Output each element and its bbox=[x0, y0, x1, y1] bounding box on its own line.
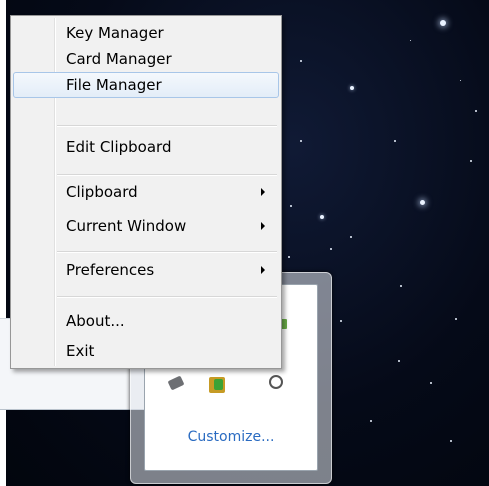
menu-item-preferences[interactable]: Preferences bbox=[13, 257, 279, 283]
menu-item-exit[interactable]: Exit bbox=[13, 338, 279, 364]
submenu-arrow-icon bbox=[261, 266, 265, 274]
star bbox=[370, 420, 372, 422]
menu-item-clipboard[interactable]: Clipboard bbox=[13, 179, 279, 205]
star bbox=[470, 160, 472, 162]
tray-search-icon[interactable] bbox=[269, 375, 283, 389]
star bbox=[300, 60, 302, 62]
star bbox=[455, 318, 457, 320]
menu-separator bbox=[57, 174, 277, 176]
star bbox=[475, 110, 477, 112]
menu-item-label: Current Window bbox=[66, 217, 187, 235]
menu-item-current-window[interactable]: Current Window bbox=[13, 213, 279, 239]
menu-item-about[interactable]: About... bbox=[13, 308, 279, 334]
star bbox=[330, 248, 332, 250]
menu-item-label: File Manager bbox=[66, 76, 162, 94]
menu-item-label: Key Manager bbox=[66, 24, 164, 42]
star bbox=[420, 200, 425, 205]
customize-link[interactable]: Customize... bbox=[145, 429, 317, 445]
menu-item-label: Edit Clipboard bbox=[66, 138, 172, 156]
tray-pen-icon[interactable] bbox=[167, 375, 185, 391]
star bbox=[300, 140, 302, 142]
menu-item-label: Card Manager bbox=[66, 50, 172, 68]
star bbox=[290, 205, 292, 207]
tray-check-icon[interactable] bbox=[209, 377, 225, 393]
menu-item-label: Preferences bbox=[66, 261, 155, 279]
menu-separator bbox=[57, 296, 277, 298]
star bbox=[350, 236, 352, 238]
menu-item-edit-clipboard[interactable]: Edit Clipboard bbox=[13, 134, 279, 160]
star bbox=[340, 320, 342, 322]
star bbox=[288, 256, 290, 258]
star bbox=[460, 80, 461, 81]
tray-context-menu: Key Manager Card Manager File Manager Ed… bbox=[10, 15, 282, 369]
menu-item-key-manager[interactable]: Key Manager bbox=[13, 20, 279, 46]
menu-item-card-manager[interactable]: Card Manager bbox=[13, 46, 279, 72]
left-window-edge bbox=[0, 0, 6, 486]
star bbox=[398, 360, 400, 362]
menu-separator bbox=[57, 125, 277, 127]
submenu-arrow-icon bbox=[261, 188, 265, 196]
star bbox=[430, 382, 432, 384]
star bbox=[350, 86, 354, 90]
star bbox=[320, 215, 324, 219]
star bbox=[400, 285, 402, 287]
menu-item-label: About... bbox=[66, 312, 125, 330]
menu-item-label: Exit bbox=[66, 342, 95, 360]
star bbox=[394, 140, 396, 142]
star bbox=[450, 440, 452, 442]
menu-item-label: Clipboard bbox=[66, 183, 138, 201]
submenu-arrow-icon bbox=[261, 222, 265, 230]
star bbox=[410, 40, 411, 41]
menu-separator bbox=[57, 251, 277, 253]
star bbox=[440, 20, 446, 26]
menu-item-file-manager[interactable]: File Manager bbox=[13, 72, 279, 98]
